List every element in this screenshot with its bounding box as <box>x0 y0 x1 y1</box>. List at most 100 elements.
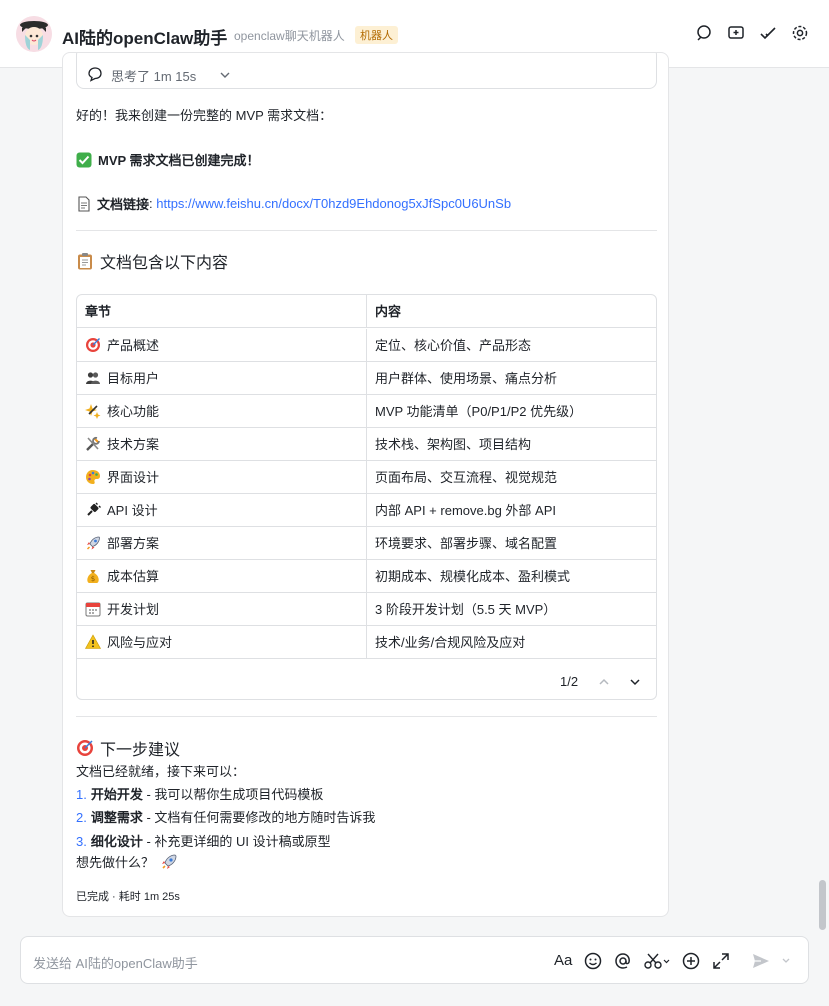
content-cell: 技术栈、架构图、项目结构 <box>375 437 532 452</box>
content-cell: 定位、核心价值、产品形态 <box>375 338 532 353</box>
table-row: $ 成本估算 初期成本、规模化成本、盈利模式 <box>77 560 656 593</box>
clipboard-icon <box>78 253 92 270</box>
table-header-chapter: 章节 <box>77 295 367 328</box>
chapter-cell: $ 成本估算 <box>77 560 367 593</box>
next-title: 下一步建议 <box>100 742 181 759</box>
chapter-cell: 界面设计 <box>77 461 367 494</box>
emoji-icon[interactable] <box>583 951 603 971</box>
chapter-cell: 开发计划 <box>77 593 367 626</box>
mention-icon[interactable] <box>613 951 633 971</box>
thinking-toggle[interactable]: 思考了 1m 15s <box>76 53 657 89</box>
rocket-icon <box>86 536 100 550</box>
content-cell: 3 阶段开发计划（5.5 天 MVP） <box>375 602 557 617</box>
page-indicator: 1/2 <box>560 674 579 689</box>
screenshot-scissors-icon[interactable] <box>643 951 671 971</box>
chapter-cell: 风险与应对 <box>77 626 367 659</box>
closing-text: 想先做什么？ <box>76 855 155 870</box>
divider <box>76 716 657 717</box>
content-cell: 用户群体、使用场景、痛点分析 <box>375 371 558 386</box>
table-row: 开发计划 3 阶段开发计划（5.5 天 MVP） <box>77 593 656 626</box>
chapter-text: API 设计 <box>107 503 158 518</box>
divider <box>76 230 657 231</box>
chapter-cell: API 设计 <box>77 494 367 527</box>
rocket-icon <box>162 854 177 869</box>
document-icon <box>78 195 90 212</box>
send-icon[interactable] <box>751 951 771 971</box>
chapter-text: 产品概述 <box>107 338 160 353</box>
table-pager: 1/2 <box>77 662 656 699</box>
content-cell: 内部 API + remove.bg 外部 API <box>375 503 556 518</box>
doc-link-sep: : <box>149 196 157 211</box>
table-row: 部署方案 环境要求、部署步骤、域名配置 <box>77 527 656 560</box>
settings-icon[interactable] <box>791 24 809 42</box>
chapter-text: 风险与应对 <box>107 635 173 650</box>
chat-bubble-icon <box>88 67 102 82</box>
chat-subtitle: openclaw聊天机器人 <box>234 29 345 43</box>
chapter-text: 开发计划 <box>107 602 160 617</box>
bot-avatar[interactable] <box>16 16 52 52</box>
svg-text:$: $ <box>91 575 95 583</box>
table-row: 风险与应对 技术/业务/合规风险及应对 <box>77 626 656 659</box>
calendar-icon <box>85 602 101 617</box>
closing-line: 想先做什么？ <box>76 852 178 871</box>
check-icon[interactable] <box>759 24 777 42</box>
check-box-icon <box>76 152 92 167</box>
doc-link-label: 文档链接 <box>97 197 150 212</box>
content-table: 章节 内容 产品概述 定位、核心价值、产品形态目标用户 用户群体、使用场景、痛点分析… <box>76 294 657 700</box>
table-row: 核心功能 MVP 功能清单（P0/P1/P2 优先级） <box>77 395 656 428</box>
add-circle-icon[interactable] <box>681 951 701 971</box>
doc-link[interactable]: https://www.feishu.cn/docx/T0hzd9Ehdonog… <box>156 196 511 211</box>
chapter-cell: 技术方案 <box>77 428 367 461</box>
table-row: 目标用户 用户群体、使用场景、痛点分析 <box>77 362 656 395</box>
list-item: 1. 开始开发 - 我可以帮你生成项目代码模板 <box>76 787 324 802</box>
target-icon <box>86 338 100 352</box>
created-line: MVP 需求文档已创建完成！ <box>76 150 260 169</box>
table-row: 技术方案 技术栈、架构图、项目结构 <box>77 428 656 461</box>
bot-message-card: 思考了 1m 15s 好的！我来创建一份完整的 MVP 需求文档： MVP 需求… <box>62 52 669 917</box>
content-cell: 页面布局、交互流程、视觉规范 <box>375 470 558 485</box>
completion-status: 已完成 · 耗时 1m 25s <box>76 891 180 903</box>
message-composer[interactable]: 发送给 AI陆的openClaw助手 Aa <box>20 936 809 984</box>
section-heading: 文档包含以下内容 <box>76 249 228 273</box>
target-icon <box>77 740 93 756</box>
table-row: 产品概述 定位、核心价值、产品形态 <box>77 329 656 362</box>
palette-icon <box>86 470 100 484</box>
scrollbar-track[interactable] <box>817 70 827 930</box>
chevron-down-icon <box>220 72 230 78</box>
warning-icon <box>85 634 101 649</box>
users-icon <box>86 372 100 384</box>
content-cell: 技术/业务/合规风险及应对 <box>375 635 526 650</box>
plug-icon <box>87 502 101 516</box>
chapter-cell: 目标用户 <box>77 362 367 395</box>
content-cell: 环境要求、部署步骤、域名配置 <box>375 536 558 551</box>
chapter-text: 部署方案 <box>107 536 160 551</box>
chevron-up-icon[interactable] <box>597 675 611 689</box>
chevron-down-icon[interactable] <box>628 675 642 689</box>
table-row: 界面设计 页面布局、交互流程、视觉规范 <box>77 461 656 494</box>
send-options-chevron-icon[interactable] <box>780 951 792 971</box>
expand-icon[interactable] <box>711 951 731 971</box>
thinking-label: 思考了 1m 15s <box>111 69 197 84</box>
content-cell: MVP 功能清单（P0/P1/P2 优先级） <box>375 404 583 419</box>
chapter-text: 目标用户 <box>107 371 160 386</box>
add-tab-icon[interactable] <box>727 24 745 42</box>
content-cell: 初期成本、规模化成本、盈利模式 <box>375 569 571 584</box>
table-header-row: 章节 内容 <box>77 295 656 328</box>
table-row: API 设计 内部 API + remove.bg 外部 API <box>77 494 656 527</box>
format-text-icon[interactable]: Aa <box>554 951 574 971</box>
tools-icon <box>86 436 100 451</box>
sparkle-icon <box>85 404 101 419</box>
composer-placeholder: 发送给 AI陆的openClaw助手 <box>33 956 198 971</box>
chapter-text: 技术方案 <box>107 437 160 452</box>
list-item: 3. 细化设计 - 补充更详细的 UI 设计稿或原型 <box>76 834 331 849</box>
chat-title: AI陆的openClaw助手 <box>62 29 228 48</box>
next-intro: 文档已经就绪，接下来可以： <box>76 764 246 779</box>
money-bag-icon: $ <box>87 570 99 583</box>
search-chat-icon[interactable] <box>695 24 713 42</box>
chapter-cell: 核心功能 <box>77 395 367 428</box>
chapter-text: 界面设计 <box>107 470 160 485</box>
chapter-text: 核心功能 <box>107 404 160 419</box>
chapter-text: 成本估算 <box>107 569 160 584</box>
scrollbar-thumb[interactable] <box>819 880 826 930</box>
next-heading: 下一步建议 <box>76 736 180 760</box>
